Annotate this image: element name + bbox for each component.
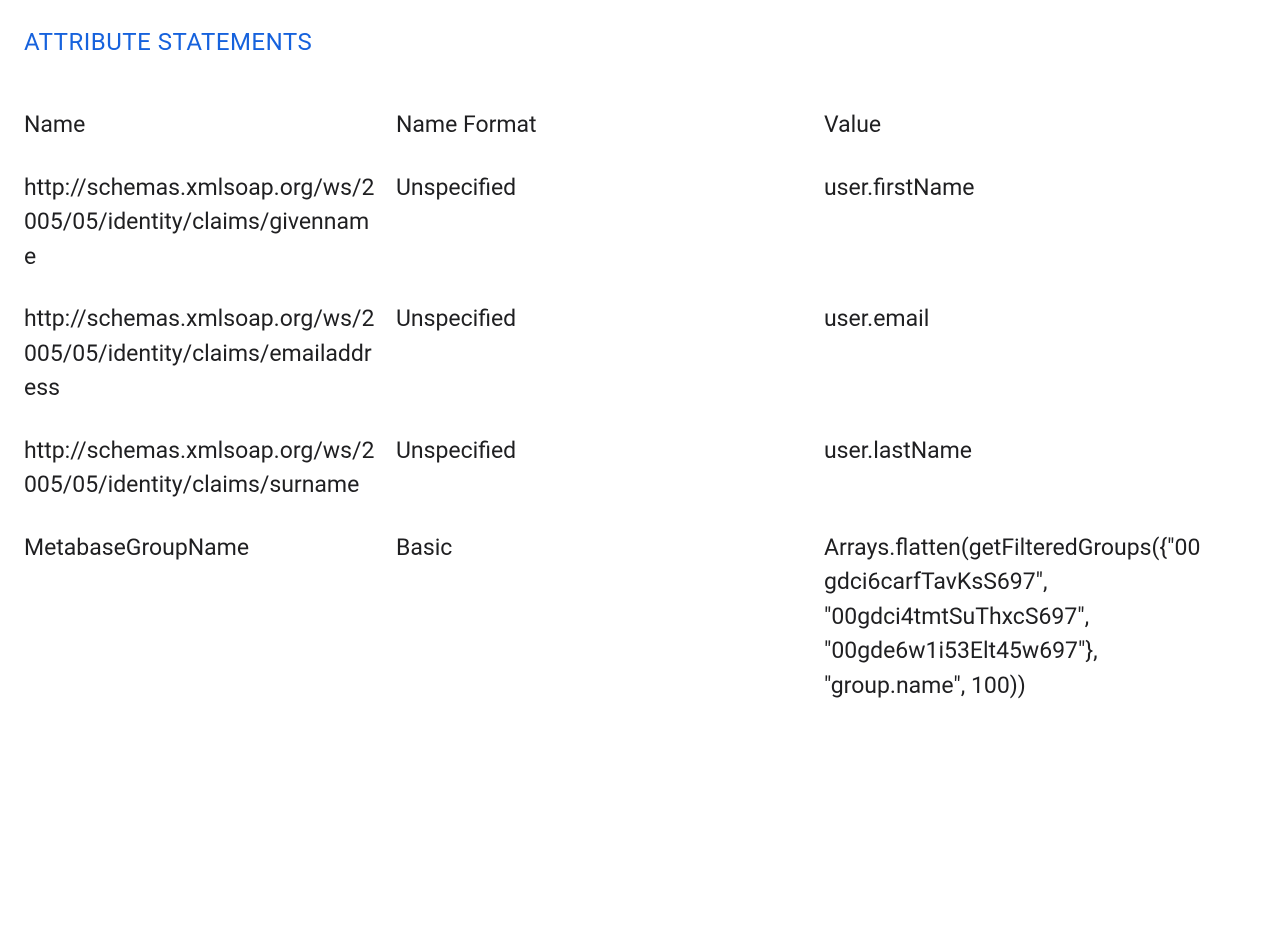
attribute-statements-table: Name Name Format Value http://schemas.xm… — [24, 108, 1262, 731]
section-title: ATTRIBUTE STATEMENTS — [24, 24, 1262, 60]
table-cell-name: http://schemas.xmlsoap.org/ws/2005/05/id… — [24, 171, 396, 303]
table-cell-name: MetabaseGroupName — [24, 531, 396, 732]
table-cell-value: user.firstName — [824, 171, 1224, 303]
table-cell-value: user.lastName — [824, 434, 1224, 531]
table-cell-format: Unspecified — [396, 171, 824, 303]
table-cell-format: Unspecified — [396, 434, 824, 531]
table-cell-name: http://schemas.xmlsoap.org/ws/2005/05/id… — [24, 302, 396, 434]
table-header-value: Value — [824, 108, 1224, 171]
table-cell-value: user.email — [824, 302, 1224, 434]
table-cell-value: Arrays.flatten(getFilteredGroups({"00gdc… — [824, 531, 1224, 732]
table-header-format: Name Format — [396, 108, 824, 171]
table-cell-format: Basic — [396, 531, 824, 732]
table-cell-format: Unspecified — [396, 302, 824, 434]
table-cell-name: http://schemas.xmlsoap.org/ws/2005/05/id… — [24, 434, 396, 531]
table-header-name: Name — [24, 108, 396, 171]
